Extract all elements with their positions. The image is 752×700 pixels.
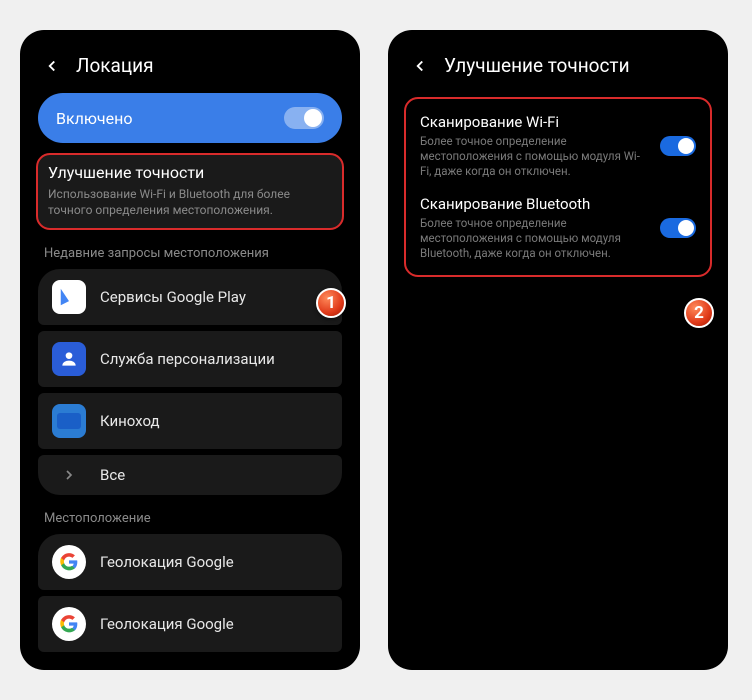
app-label: Сервисы Google Play — [100, 288, 246, 306]
wifi-scan-desc: Более точное определение местоположения … — [420, 134, 650, 179]
app-kinohod[interactable]: Киноход — [38, 393, 342, 449]
screen-left: Локация Включено Улучшение точности Испо… — [28, 38, 352, 662]
geolocation-label: Геолокация Google — [100, 615, 234, 633]
accuracy-title: Улучшение точности — [48, 163, 332, 182]
back-icon[interactable] — [42, 56, 62, 76]
step-badge-1: 1 — [316, 288, 346, 318]
bt-scan-title: Сканирование Bluetooth — [420, 195, 650, 213]
accuracy-desc: Использование Wi-Fi и Bluetooth для боле… — [48, 186, 332, 218]
bt-scan-desc: Более точное определение местоположения … — [420, 216, 650, 261]
phone-right: Улучшение точности Сканирование Wi-Fi Бо… — [388, 30, 728, 670]
page-title: Локация — [76, 54, 154, 77]
scanning-options-box: Сканирование Wi-Fi Более точное определе… — [404, 97, 712, 277]
google-icon — [52, 607, 86, 641]
play-services-icon — [52, 280, 86, 314]
enabled-toggle-row[interactable]: Включено — [38, 93, 342, 143]
wifi-scan-title: Сканирование Wi-Fi — [420, 113, 650, 131]
enabled-toggle[interactable] — [284, 107, 324, 129]
geolocation-label: Геолокация Google — [100, 553, 234, 571]
accuracy-improvement-row[interactable]: Улучшение точности Использование Wi-Fi и… — [36, 153, 344, 230]
enabled-label: Включено — [56, 109, 132, 128]
app-label: Киноход — [100, 412, 160, 430]
app-personalization-service[interactable]: Служба персонализации — [38, 331, 342, 387]
phone-left: Локация Включено Улучшение точности Испо… — [20, 30, 360, 670]
personalization-icon — [52, 342, 86, 376]
chevron-right-icon — [52, 467, 86, 483]
step-badge-2: 2 — [684, 298, 714, 328]
recent-requests-header: Недавние запросы местоположения — [28, 236, 352, 263]
page-title: Улучшение точности — [444, 54, 630, 77]
geolocation-google-1[interactable]: Геолокация Google — [38, 534, 342, 590]
kinohod-icon — [52, 404, 86, 438]
header-right: Улучшение точности — [396, 38, 720, 89]
all-apps-row[interactable]: Все — [38, 455, 342, 495]
app-google-play-services[interactable]: Сервисы Google Play — [38, 269, 342, 325]
screen-right: Улучшение точности Сканирование Wi-Fi Бо… — [396, 38, 720, 662]
wifi-scan-toggle[interactable] — [660, 136, 696, 156]
all-label: Все — [100, 466, 125, 484]
bluetooth-scan-toggle[interactable] — [660, 218, 696, 238]
location-section-header: Местоположение — [28, 501, 352, 528]
app-label: Служба персонализации — [100, 350, 275, 368]
wifi-scanning-row[interactable]: Сканирование Wi-Fi Более точное определе… — [410, 105, 706, 187]
geolocation-google-2[interactable]: Геолокация Google — [38, 596, 342, 652]
google-icon — [52, 545, 86, 579]
header-left: Локация — [28, 38, 352, 89]
bluetooth-scanning-row[interactable]: Сканирование Bluetooth Более точное опре… — [410, 187, 706, 269]
back-icon[interactable] — [410, 56, 430, 76]
